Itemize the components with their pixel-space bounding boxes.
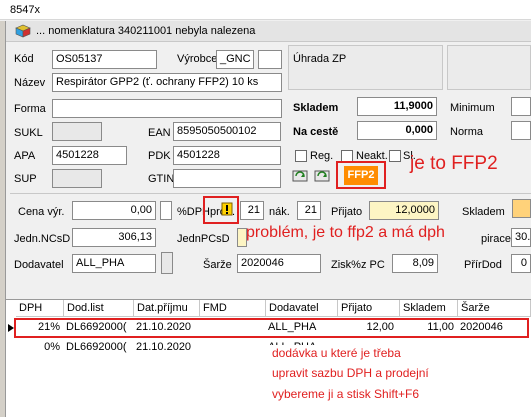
- dph-nak-field[interactable]: 21: [297, 201, 321, 220]
- sarze-label: Šarže: [203, 259, 232, 271]
- apa-label: APA: [14, 150, 36, 162]
- sl-checkbox[interactable]: [389, 150, 401, 162]
- na-ceste-field: 0,000: [357, 121, 437, 140]
- refresh-alt-icon[interactable]: [314, 168, 330, 184]
- title-bar: 8547x: [0, 0, 531, 20]
- status-message: ... nomenklatura 340211001 nebyla naleze…: [36, 25, 256, 37]
- zisk-label: Zisk%z PC: [331, 259, 385, 271]
- annotation-ffp2: je to FFP2: [410, 153, 498, 174]
- pdk-label: PDK: [148, 150, 171, 162]
- uhrada-panel-2: [447, 45, 531, 90]
- cena-vyr-label: Cena výr.: [18, 206, 65, 218]
- skladem-field: 11,9000: [357, 97, 437, 116]
- dph-prod-field[interactable]: 21: [240, 201, 264, 220]
- col-header-sarze[interactable]: Šarže: [458, 300, 531, 317]
- nak-label: nák.: [269, 206, 290, 218]
- jedn-ncsd-label: Jedn.NCsD: [14, 233, 71, 245]
- col-header-skladem[interactable]: Skladem: [400, 300, 458, 317]
- minimum-field[interactable]: [511, 97, 531, 116]
- annotation-line-2: upravit sazbu DPH a prodejní: [272, 366, 429, 380]
- window-title: 8547x: [10, 4, 40, 16]
- skladem2-label: Skladem: [462, 206, 505, 218]
- reg-label: Reg.: [310, 150, 334, 162]
- kod-field[interactable]: OS05137: [52, 50, 157, 69]
- sarze-field[interactable]: 2020046: [237, 254, 321, 273]
- vyrobce-label: Výrobce: [177, 53, 218, 65]
- prijato-field: 12,0000: [369, 201, 439, 220]
- uhrada-panel: [288, 45, 443, 90]
- nazev-label: Název: [14, 77, 46, 89]
- kod-label: Kód: [14, 53, 34, 65]
- col-header-fmd[interactable]: FMD: [200, 300, 266, 317]
- cell-dph: 0%: [44, 341, 60, 353]
- norma-label: Norma: [450, 126, 484, 138]
- cell-dodlist: DL6692000(: [66, 341, 127, 353]
- skladem-label: Skladem: [293, 102, 339, 114]
- dodavatel-lookup[interactable]: [161, 252, 173, 274]
- row-highlight: [14, 318, 529, 338]
- separator: [10, 193, 531, 194]
- pdk-field[interactable]: 4501228: [173, 146, 281, 165]
- dph-highlight: [203, 196, 239, 224]
- forma-label: Forma: [14, 103, 46, 115]
- sukl-label: SUKL: [14, 127, 43, 139]
- prirdod-label: PřírDod: [464, 259, 502, 271]
- col-header-dodlist[interactable]: Dod.list: [64, 300, 134, 317]
- cena-vyr-extra[interactable]: [160, 201, 172, 220]
- dodavatel-field[interactable]: ALL_PHA: [72, 254, 156, 273]
- pirace-field[interactable]: 30.: [511, 228, 531, 247]
- ean-field[interactable]: 8595050500102: [173, 122, 281, 141]
- minimum-label: Minimum: [450, 102, 495, 114]
- reg-checkbox[interactable]: [295, 150, 307, 162]
- jedn-pcsd-label: JednPCsD: [177, 233, 230, 245]
- cell-datum: 21.10.2020: [136, 341, 192, 353]
- gtin-field[interactable]: [173, 169, 281, 188]
- refresh-icon[interactable]: [292, 168, 308, 184]
- prijato-label: Přijato: [331, 206, 363, 218]
- norma-field[interactable]: [511, 121, 531, 140]
- col-header-dodavatel[interactable]: Dodavatel: [266, 300, 338, 317]
- cena-vyr-field[interactable]: 0,00: [72, 201, 156, 220]
- zisk-field: 8,09: [392, 254, 438, 273]
- forma-field[interactable]: [52, 99, 282, 118]
- vyrobce-field[interactable]: _GNC: [216, 50, 254, 69]
- vyrobce-extra-field[interactable]: [258, 50, 282, 69]
- col-header-prijato[interactable]: Přijato: [338, 300, 400, 317]
- dodavatel-label: Dodavatel: [14, 259, 64, 271]
- pirace-label: pirace: [481, 233, 511, 245]
- gtin-label: GTIN: [148, 173, 175, 185]
- badge-highlight: [336, 161, 386, 189]
- sup-label: SUP: [14, 173, 37, 185]
- skladem2-field: [512, 199, 531, 218]
- message-bar: ... nomenklatura 340211001 nebyla naleze…: [6, 21, 531, 42]
- cell-fmd: [200, 340, 266, 356]
- jedn-ncsd-field[interactable]: 306,13: [72, 228, 156, 247]
- nazev-field[interactable]: Respirátor GPP2 (ť. ochrany FFP2) 10 ks: [52, 73, 282, 92]
- na-ceste-label: Na cestě: [293, 126, 339, 138]
- apa-field[interactable]: 4501228: [52, 146, 127, 165]
- cube-icon: [15, 24, 31, 38]
- col-header-datum[interactable]: Dat.příjmu: [134, 300, 200, 317]
- ean-label: EAN: [148, 127, 171, 139]
- uhrada-label: Úhrada ZP: [293, 53, 347, 65]
- prirdod-field[interactable]: 0: [511, 254, 531, 273]
- annotation-line-1: dodávka u které je třeba: [272, 346, 401, 360]
- annotation-problem: problém, je to ffp2 a má dph: [246, 224, 445, 241]
- col-header-dph[interactable]: DPH: [16, 300, 64, 317]
- sukl-field: [52, 122, 102, 141]
- annotation-line-3: vybereme ji a stisk Shift+F6: [272, 387, 420, 401]
- sup-field: [52, 169, 102, 188]
